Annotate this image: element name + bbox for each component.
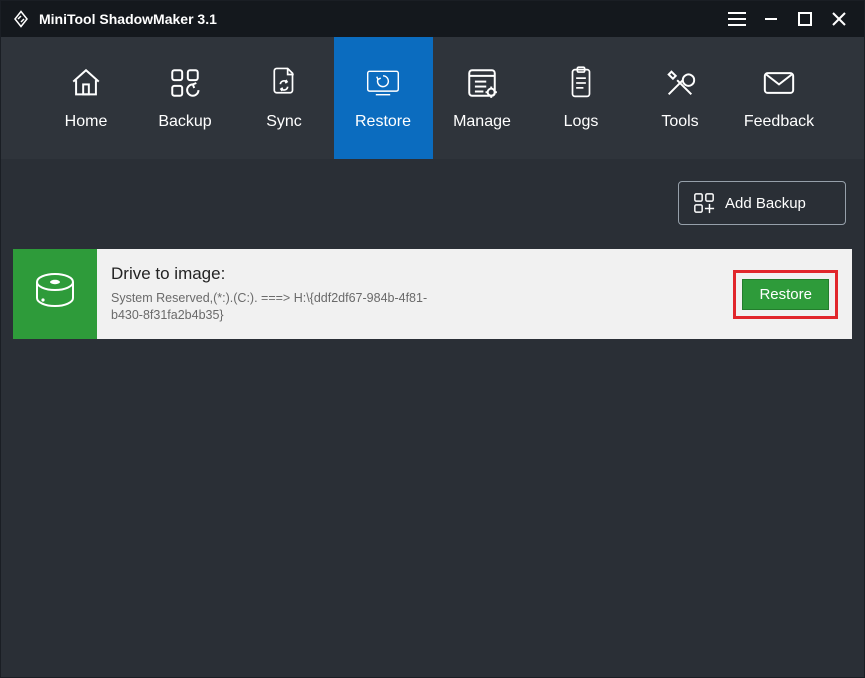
- restore-icon: [365, 65, 401, 101]
- home-icon: [68, 65, 104, 101]
- restore-highlight: Restore: [733, 270, 838, 319]
- app-logo-icon: [11, 9, 31, 29]
- feedback-icon: [761, 65, 797, 101]
- drive-path: System Reserved,(*:).(C:). ===> H:\{ddf2…: [111, 290, 431, 324]
- minimize-button[interactable]: [754, 4, 788, 34]
- nav-restore[interactable]: Restore: [334, 37, 433, 159]
- nav-backup-label: Backup: [158, 113, 211, 131]
- nav-tools-label: Tools: [661, 113, 698, 131]
- add-backup-icon: [693, 192, 715, 214]
- nav-logs-label: Logs: [564, 113, 599, 131]
- nav-manage-label: Manage: [453, 113, 511, 131]
- app-title: MiniTool ShadowMaker 3.1: [39, 11, 720, 27]
- manage-icon: [464, 65, 500, 101]
- backup-icon: [167, 65, 203, 101]
- maximize-button[interactable]: [788, 4, 822, 34]
- content-area: Add Backup Drive to image: System Reserv…: [1, 159, 864, 677]
- nav-home[interactable]: Home: [37, 37, 136, 159]
- nav-sync[interactable]: Sync: [235, 37, 334, 159]
- backup-entry-row: Drive to image: System Reserved,(*:).(C:…: [13, 249, 852, 339]
- drive-tile: [13, 249, 97, 339]
- nav-feedback-label: Feedback: [744, 113, 814, 131]
- menu-button[interactable]: [720, 4, 754, 34]
- nav-logs[interactable]: Logs: [532, 37, 631, 159]
- drive-icon: [30, 270, 80, 319]
- drive-body: Drive to image: System Reserved,(*:).(C:…: [97, 249, 852, 339]
- main-nav: Home Backup Sync Restore Manage: [1, 37, 864, 159]
- sync-icon: [266, 65, 302, 101]
- add-backup-button[interactable]: Add Backup: [678, 181, 846, 225]
- restore-button[interactable]: Restore: [742, 279, 829, 310]
- drive-heading: Drive to image:: [111, 264, 733, 284]
- nav-feedback[interactable]: Feedback: [730, 37, 829, 159]
- nav-manage[interactable]: Manage: [433, 37, 532, 159]
- nav-restore-label: Restore: [355, 113, 411, 131]
- drive-text: Drive to image: System Reserved,(*:).(C:…: [111, 264, 733, 324]
- titlebar: MiniTool ShadowMaker 3.1: [1, 1, 864, 37]
- add-backup-label: Add Backup: [725, 195, 806, 212]
- app-window: MiniTool ShadowMaker 3.1 Home Backup: [0, 0, 865, 678]
- logs-icon: [563, 65, 599, 101]
- tools-icon: [662, 65, 698, 101]
- nav-home-label: Home: [65, 113, 108, 131]
- nav-sync-label: Sync: [266, 113, 302, 131]
- nav-backup[interactable]: Backup: [136, 37, 235, 159]
- nav-tools[interactable]: Tools: [631, 37, 730, 159]
- close-button[interactable]: [822, 4, 856, 34]
